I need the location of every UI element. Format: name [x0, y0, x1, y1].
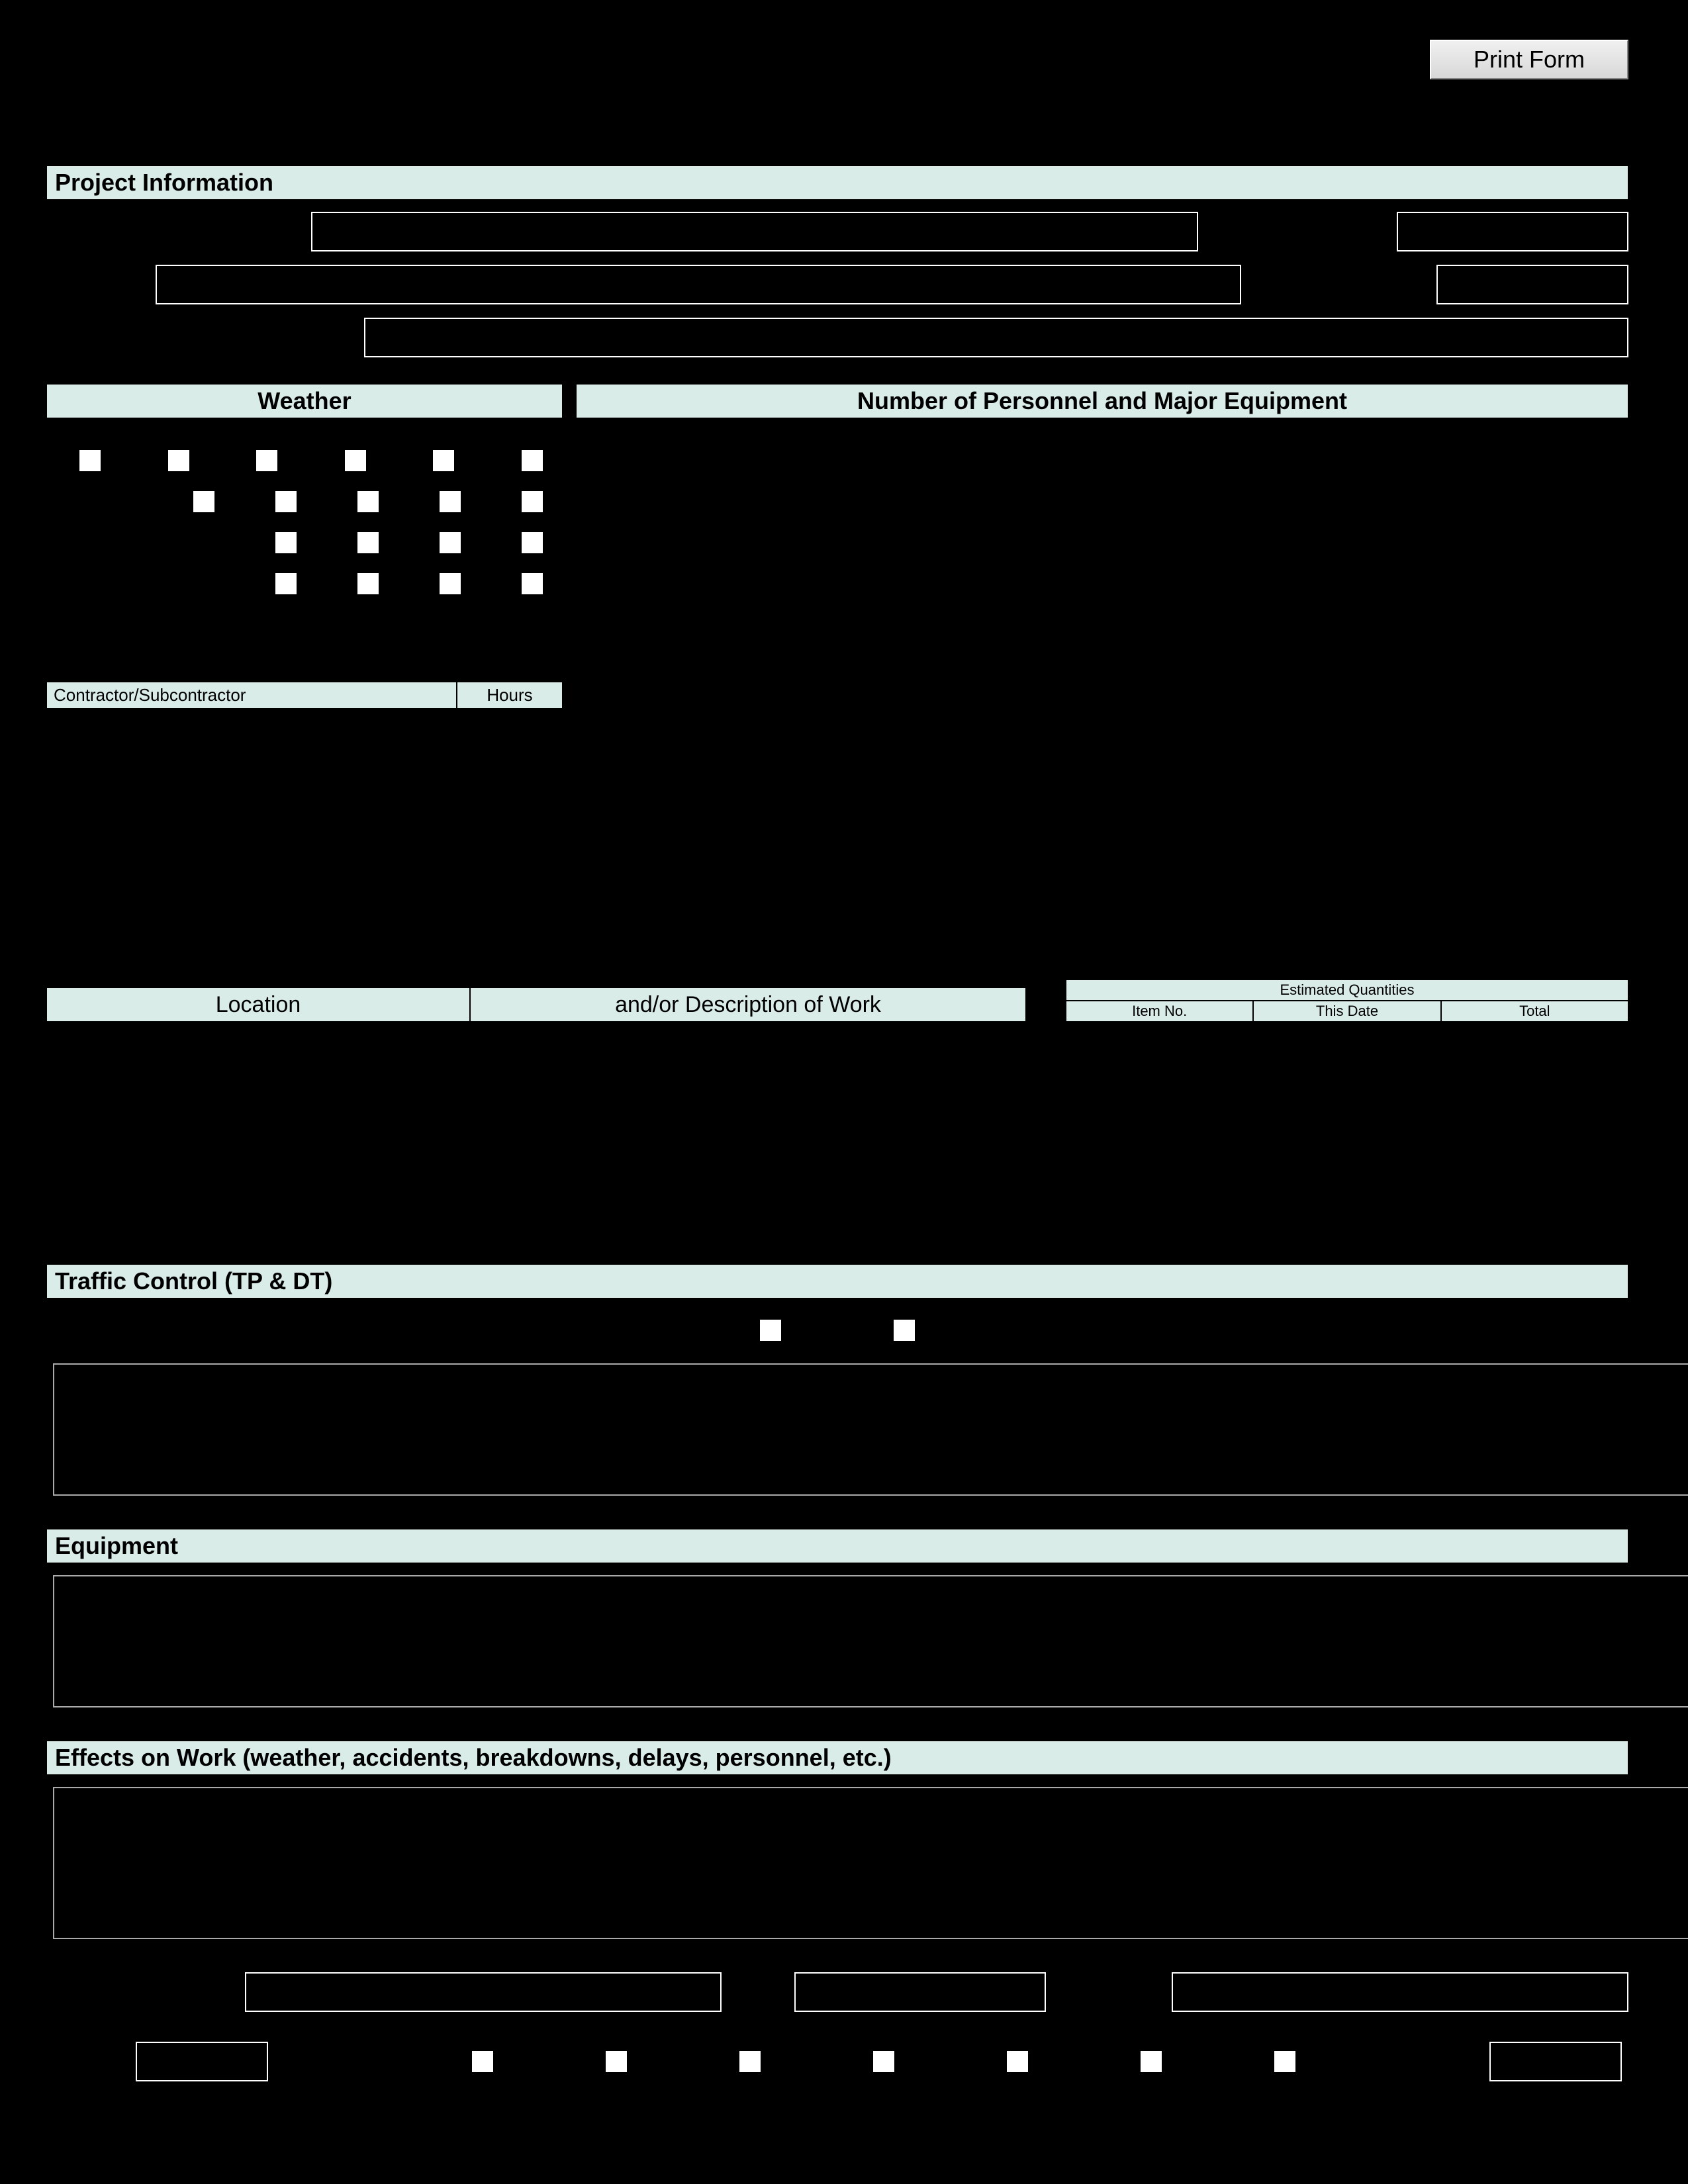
bottom-cb-6[interactable]	[1141, 2051, 1162, 2072]
weather-cb-r1-4[interactable]	[345, 450, 366, 471]
personnel-equipment-header: Number of Personnel and Major Equipment	[576, 384, 1628, 418]
traffic-control-header: Traffic Control (TP & DT)	[46, 1264, 1628, 1298]
description-of-work-header: and/or Description of Work	[470, 987, 1026, 1022]
weather-cb-r2-4[interactable]	[440, 491, 461, 512]
estimated-quantities-header: Estimated Quantities	[1066, 979, 1628, 1001]
effects-on-work-header: Effects on Work (weather, accidents, bre…	[46, 1741, 1628, 1775]
project-information-header: Project Information	[46, 165, 1628, 200]
weather-cb-r4-4[interactable]	[522, 573, 543, 594]
project-location-input[interactable]	[364, 318, 1628, 357]
weather-cb-r4-1[interactable]	[275, 573, 297, 594]
weather-cb-r3-3[interactable]	[440, 532, 461, 553]
weather-cb-r2-2[interactable]	[275, 491, 297, 512]
weather-cb-r1-5[interactable]	[433, 450, 454, 471]
weather-cb-r3-1[interactable]	[275, 532, 297, 553]
traffic-cb-no[interactable]	[894, 1320, 915, 1341]
date-signed-input[interactable]	[1172, 1972, 1628, 2012]
bottom-cb-3[interactable]	[739, 2051, 761, 2072]
weather-cb-r3-2[interactable]	[357, 532, 379, 553]
contractor-subcontractor-header: Contractor/Subcontractor	[46, 682, 457, 709]
weather-cb-r3-4[interactable]	[522, 532, 543, 553]
bottom-cb-1[interactable]	[472, 2051, 493, 2072]
weather-cb-r2-1[interactable]	[193, 491, 214, 512]
total-header: Total	[1441, 1001, 1628, 1022]
project-name-input[interactable]	[156, 265, 1241, 304]
equipment-textarea[interactable]	[53, 1575, 1688, 1707]
hours-header: Hours	[457, 682, 563, 709]
inspector-id-input[interactable]	[794, 1972, 1046, 2012]
project-date-input[interactable]	[1397, 212, 1628, 251]
project-title-input[interactable]	[311, 212, 1198, 251]
weather-cb-r4-2[interactable]	[357, 573, 379, 594]
inspector-name-input[interactable]	[245, 1972, 722, 2012]
bottom-right-input[interactable]	[1489, 2042, 1622, 2081]
item-no-header: Item No.	[1066, 1001, 1253, 1022]
print-form-button[interactable]: Print Form	[1430, 40, 1628, 79]
weather-cb-r1-1[interactable]	[79, 450, 101, 471]
traffic-control-textarea[interactable]	[53, 1363, 1688, 1496]
equipment-header: Equipment	[46, 1529, 1628, 1563]
bottom-cb-2[interactable]	[606, 2051, 627, 2072]
weather-cb-r2-5[interactable]	[522, 491, 543, 512]
bottom-cb-5[interactable]	[1007, 2051, 1028, 2072]
weather-cb-r4-3[interactable]	[440, 573, 461, 594]
location-header: Location	[46, 987, 470, 1022]
weather-cb-r1-2[interactable]	[168, 450, 189, 471]
weather-cb-r2-3[interactable]	[357, 491, 379, 512]
weather-cb-r1-6[interactable]	[522, 450, 543, 471]
effects-textarea[interactable]	[53, 1787, 1688, 1939]
project-number-input[interactable]	[1436, 265, 1628, 304]
bottom-cb-4[interactable]	[873, 2051, 894, 2072]
weather-cb-r1-3[interactable]	[256, 450, 277, 471]
weather-header: Weather	[46, 384, 563, 418]
bottom-cb-7[interactable]	[1274, 2051, 1295, 2072]
traffic-cb-yes[interactable]	[760, 1320, 781, 1341]
this-date-header: This Date	[1253, 1001, 1440, 1022]
